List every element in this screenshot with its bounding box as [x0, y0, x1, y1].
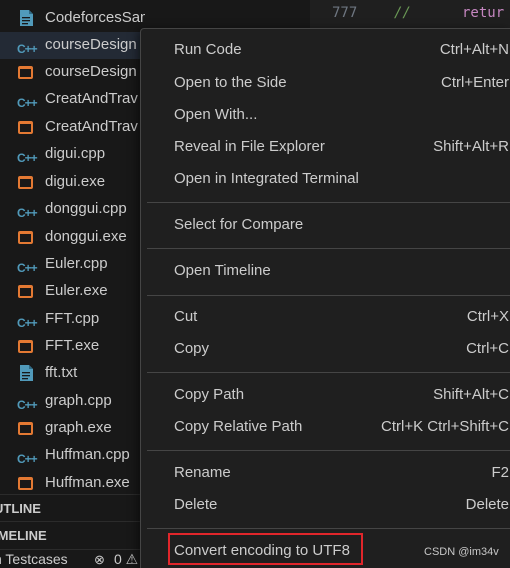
file-name: donggui.exe	[45, 228, 127, 245]
menu-separator	[147, 372, 510, 373]
file-item-selected[interactable]: C++ courseDesign	[0, 32, 145, 59]
file-name: Euler.cpp	[45, 255, 108, 272]
watermark: CSDN @im34v	[424, 546, 499, 558]
file-name: CreatAndTrav	[45, 118, 138, 135]
file-name: FFT.cpp	[45, 310, 100, 327]
file-name: Huffman.cpp	[45, 446, 130, 463]
menu-item-cut[interactable]: Cut Ctrl+X	[141, 303, 510, 333]
file-item[interactable]: C++ FFT.cpp	[0, 306, 145, 333]
shortcut-label: F2	[491, 464, 509, 481]
exe-file-icon	[17, 339, 35, 354]
menu-item-open-with[interactable]: Open With...	[141, 101, 510, 131]
file-item[interactable]: Euler.exe	[0, 278, 145, 305]
outline-section-header[interactable]: UTLINE	[0, 494, 145, 522]
file-name: courseDesign	[45, 36, 137, 53]
cpp-file-icon: C++	[17, 206, 38, 220]
editor-area[interactable]: 777 // retur	[310, 0, 510, 28]
exe-file-icon	[17, 476, 35, 491]
file-item[interactable]: donggui.exe	[0, 224, 145, 251]
shortcut-label: Ctrl+Alt+N	[439, 41, 509, 58]
exe-file-icon	[17, 230, 35, 245]
file-name: Euler.exe	[45, 282, 108, 299]
menu-item-open-timeline[interactable]: Open Timeline	[141, 257, 510, 287]
file-name: CodeforcesSample.txt	[45, 9, 145, 26]
file-item[interactable]: fft.txt	[0, 360, 145, 387]
file-name: digui.cpp	[45, 145, 106, 162]
testcases-status[interactable]: n Testcases	[0, 551, 68, 567]
file-item[interactable]: Huffman.exe	[0, 470, 145, 497]
status-bar: n Testcases ⊗ 0 ⚠	[0, 549, 145, 568]
shortcut-label: Ctrl+X	[466, 308, 509, 325]
error-icon[interactable]: ⊗	[94, 552, 105, 568]
file-name: FFT.exe	[45, 337, 100, 354]
explorer-panel: CodeforcesSample.txt C++ courseDesign co…	[0, 0, 145, 568]
txt-file-icon	[20, 365, 33, 385]
file-item[interactable]: graph.exe	[0, 415, 145, 442]
menu-item-run-code[interactable]: Run Code Ctrl+Alt+N	[141, 36, 510, 66]
context-menu: Run Code Ctrl+Alt+N Open to the Side Ctr…	[140, 28, 510, 568]
file-name: donggui.cpp	[45, 200, 127, 217]
cpp-file-icon: C++	[17, 42, 38, 56]
file-item[interactable]: FFT.exe	[0, 333, 145, 360]
file-name: graph.exe	[45, 419, 112, 436]
menu-item-copy[interactable]: Copy Ctrl+C	[141, 335, 510, 365]
cpp-file-icon: C++	[17, 452, 38, 466]
menu-item-reveal-in-explorer[interactable]: Reveal in File Explorer Shift+Alt+R	[141, 133, 510, 163]
cpp-file-icon: C++	[17, 261, 38, 275]
file-name: fft.txt	[45, 364, 78, 381]
file-item[interactable]: CreatAndTrav	[0, 114, 145, 141]
menu-separator	[147, 528, 510, 529]
file-name: CreatAndTrav	[45, 90, 138, 107]
file-name: courseDesign	[45, 63, 137, 80]
menu-separator	[147, 295, 510, 296]
file-name: digui.exe	[45, 173, 106, 190]
file-item[interactable]: courseDesign	[0, 59, 145, 86]
menu-item-copy-relative-path[interactable]: Copy Relative Path Ctrl+K Ctrl+Shift+C	[141, 413, 510, 443]
file-item[interactable]: C++ graph.cpp	[0, 388, 145, 415]
file-name: Huffman.exe	[45, 474, 130, 491]
exe-file-icon	[17, 421, 35, 436]
menu-separator	[147, 202, 510, 203]
exe-file-icon	[17, 175, 35, 190]
file-item[interactable]: C++ Euler.cpp	[0, 251, 145, 278]
shortcut-label: Delete	[465, 496, 509, 513]
file-item[interactable]: C++ CreatAndTrav	[0, 86, 145, 113]
menu-separator	[147, 450, 510, 451]
line-number: 777	[332, 5, 358, 21]
shortcut-label: Ctrl+C	[466, 340, 509, 357]
file-item[interactable]: C++ digui.cpp	[0, 141, 145, 168]
menu-item-select-for-compare[interactable]: Select for Compare	[141, 211, 510, 241]
shortcut-label: Shift+Alt+C	[433, 386, 509, 403]
code-comment: //	[394, 5, 411, 21]
menu-item-rename[interactable]: Rename F2	[141, 459, 510, 489]
shortcut-label: Shift+Alt+R	[433, 138, 509, 155]
menu-item-copy-path[interactable]: Copy Path Shift+Alt+C	[141, 381, 510, 411]
shortcut-label: Ctrl+Enter	[441, 74, 509, 91]
code-keyword: retur	[462, 5, 505, 21]
exe-file-icon	[17, 120, 35, 135]
file-item[interactable]: C++ Huffman.cpp	[0, 442, 145, 469]
file-item[interactable]: C++ donggui.cpp	[0, 196, 145, 223]
menu-item-open-in-terminal[interactable]: Open in Integrated Terminal	[141, 165, 510, 195]
menu-item-open-to-side[interactable]: Open to the Side Ctrl+Enter	[141, 69, 510, 99]
shortcut-label: Ctrl+K Ctrl+Shift+C	[381, 418, 509, 435]
exe-file-icon	[17, 65, 35, 80]
cpp-file-icon: C++	[17, 316, 38, 330]
txt-file-icon	[20, 10, 33, 30]
timeline-section-header[interactable]: IMELINE	[0, 521, 145, 549]
menu-item-delete[interactable]: Delete Delete	[141, 491, 510, 521]
exe-file-icon	[17, 284, 35, 299]
cpp-file-icon: C++	[17, 96, 38, 110]
menu-separator	[147, 248, 510, 249]
file-name: graph.cpp	[45, 392, 112, 409]
cpp-file-icon: C++	[17, 398, 38, 412]
problems-count[interactable]: 0 ⚠	[114, 551, 138, 568]
file-item[interactable]: CodeforcesSample.txt	[0, 5, 145, 32]
file-item[interactable]: digui.exe	[0, 169, 145, 196]
cpp-file-icon: C++	[17, 151, 38, 165]
